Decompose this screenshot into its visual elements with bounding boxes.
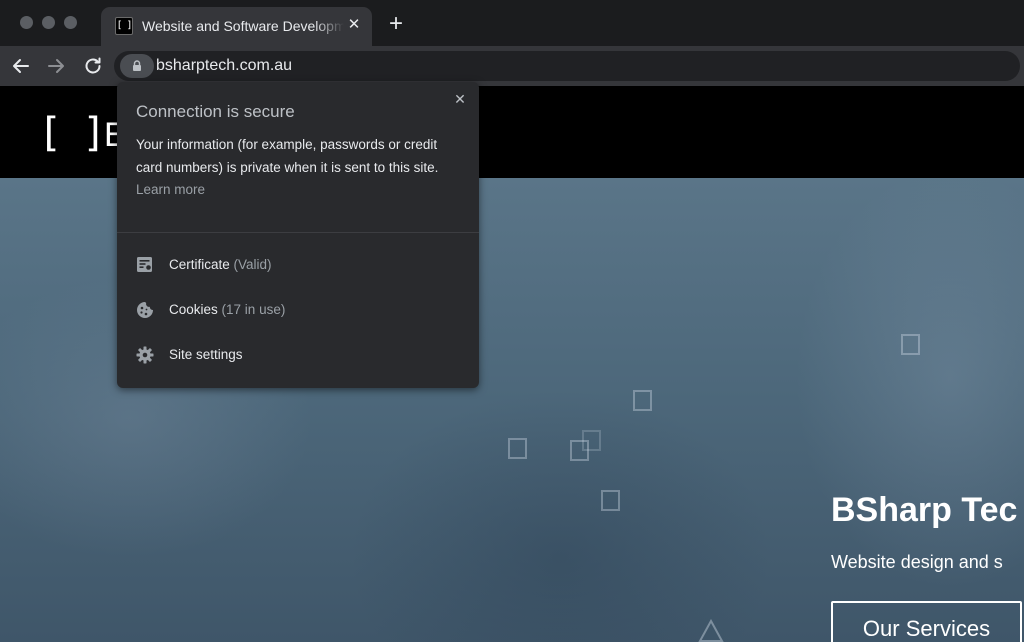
certificate-label: Certificate (Valid) (169, 256, 272, 274)
cookies-count: (17 in use) (221, 302, 286, 317)
active-tab[interactable]: [ ] Website and Software Development ✕ (101, 7, 372, 46)
decorative-square (601, 490, 620, 511)
cookies-row[interactable]: Cookies (17 in use) (117, 292, 479, 328)
site-settings-row[interactable]: Site settings (117, 337, 479, 373)
decorative-triangle (698, 619, 724, 642)
connection-security-popup: Connection is secure ✕ Your information … (117, 82, 479, 388)
gear-icon (136, 346, 154, 364)
decorative-square (901, 334, 920, 355)
certificate-row[interactable]: Certificate (Valid) (117, 247, 479, 283)
arrow-right-icon (48, 59, 64, 73)
window-close-button[interactable] (20, 16, 33, 29)
window-minimize-button[interactable] (42, 16, 55, 29)
lock-icon (133, 60, 141, 71)
tab-close-icon[interactable]: ✕ (345, 16, 363, 34)
certificate-icon (137, 257, 152, 272)
reload-icon (85, 57, 101, 74)
arrow-left-icon (13, 59, 29, 73)
hero-subtitle: Website design and s (831, 552, 1003, 572)
forward-button[interactable] (44, 54, 68, 78)
decorative-square (508, 438, 527, 459)
hero-title: BSharp Tec (831, 491, 1018, 529)
certificate-status: (Valid) (233, 257, 272, 272)
description-text: Your information (for example, passwords… (136, 137, 439, 175)
site-settings-label: Site settings (169, 347, 243, 362)
popup-description: Your information (for example, passwords… (136, 134, 466, 202)
address-bar[interactable]: bsharptech.com.au (114, 51, 1020, 81)
site-info-button[interactable] (120, 54, 154, 78)
browser-toolbar: bsharptech.com.au (0, 46, 1024, 86)
site-logo[interactable]: [ ] (38, 110, 106, 156)
back-button[interactable] (9, 54, 33, 78)
url-text: bsharptech.com.au (156, 57, 293, 74)
new-tab-button[interactable]: + (384, 12, 408, 37)
learn-more-link[interactable]: Learn more (136, 182, 205, 197)
decorative-square (633, 390, 652, 411)
reload-button[interactable] (81, 54, 105, 78)
cookies-label: Cookies (17 in use) (169, 301, 285, 319)
cookies-text: Cookies (169, 302, 218, 317)
cookie-icon (137, 302, 153, 318)
decorative-square (582, 430, 601, 451)
window-maximize-button[interactable] (64, 16, 77, 29)
close-icon[interactable]: ✕ (451, 90, 469, 108)
tab-title: Website and Software Development (142, 18, 344, 34)
favicon-icon: [ ] (115, 17, 133, 35)
our-services-button[interactable]: Our Services (831, 601, 1022, 642)
certificate-text: Certificate (169, 257, 230, 272)
popup-title: Connection is secure (136, 102, 295, 121)
tab-bar: [ ] Website and Software Development ✕ + (0, 0, 1024, 46)
popup-divider (117, 232, 479, 233)
